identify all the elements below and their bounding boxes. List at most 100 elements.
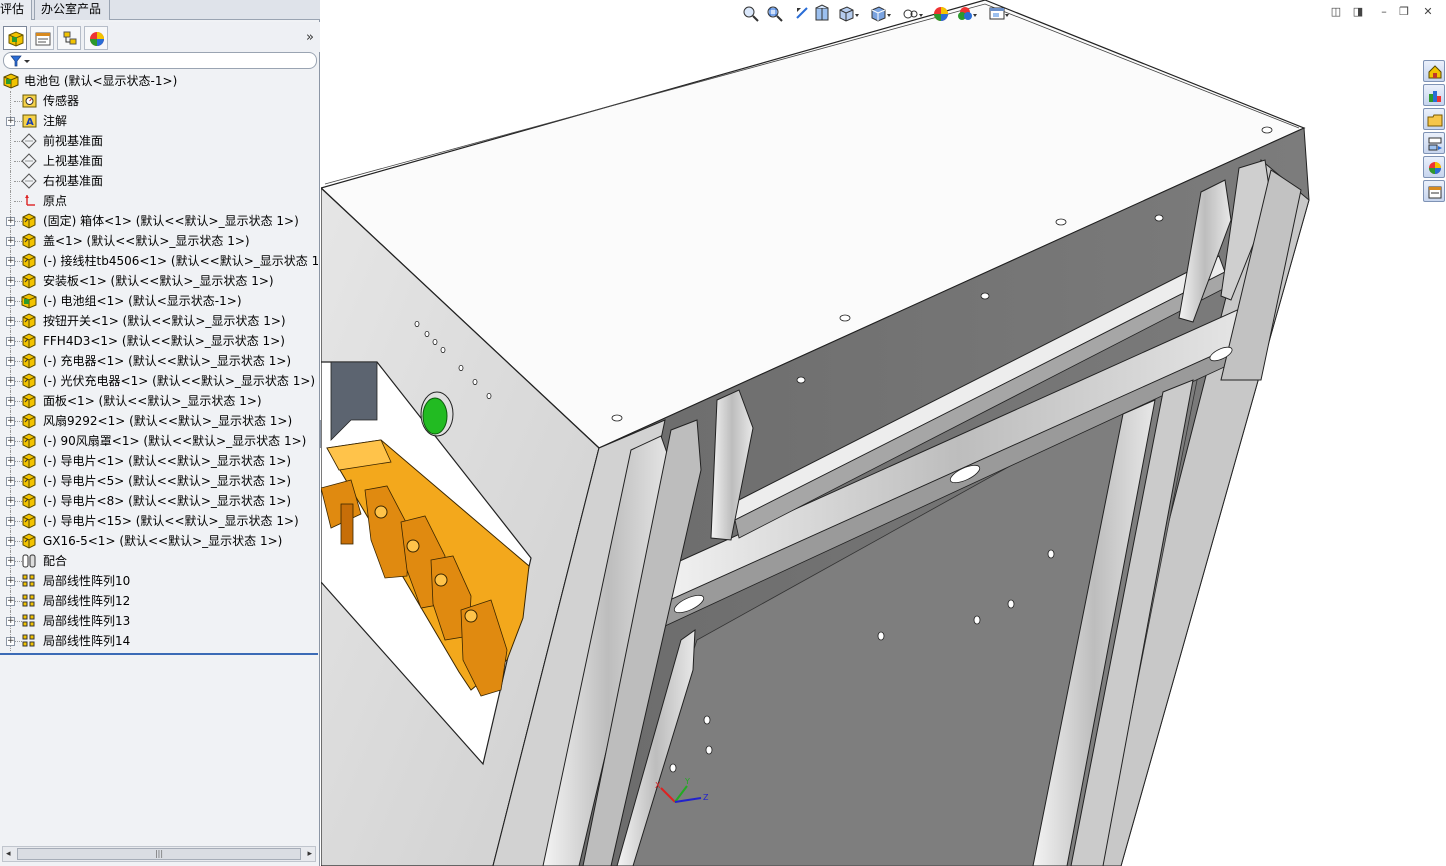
close-icon[interactable]: ✕ xyxy=(1421,6,1435,20)
tree-node[interactable]: + (-) 导电片<8> (默认<<默认>_显示状态 1>) xyxy=(0,491,318,511)
restore-icon[interactable]: ❐ xyxy=(1397,6,1411,20)
horizontal-scrollbar[interactable]: ◂ ||| ▸ xyxy=(2,846,316,862)
previous-view-icon[interactable] xyxy=(793,4,815,26)
assembly-icon xyxy=(3,73,20,89)
tab-evaluate[interactable]: 评估 xyxy=(0,0,32,20)
expand-icon[interactable]: + xyxy=(6,497,15,506)
appearances-icon[interactable] xyxy=(1423,156,1445,178)
expand-icon[interactable]: + xyxy=(6,317,15,326)
expand-icon[interactable]: + xyxy=(6,517,15,526)
part-icon xyxy=(21,313,38,329)
expand-icon[interactable]: + xyxy=(6,557,15,566)
display-style-icon[interactable] xyxy=(869,4,891,26)
triad-x-label: X xyxy=(655,781,661,790)
scroll-left-icon[interactable]: ◂ xyxy=(6,849,11,859)
tree-node[interactable]: + (-) 电池组<1> (默认<显示状态-1>) xyxy=(0,291,318,311)
tree-node[interactable]: + (-) 导电片<5> (默认<<默认>_显示状态 1>) xyxy=(0,471,318,491)
tree-node[interactable]: 上视基准面 xyxy=(0,151,318,171)
tree-node[interactable]: + FFH4D3<1> (默认<<默认>_显示状态 1>) xyxy=(0,331,318,351)
edit-appearance-icon[interactable] xyxy=(931,4,953,26)
scroll-thumb[interactable]: ||| xyxy=(17,848,301,860)
expand-icon[interactable]: + xyxy=(6,637,15,646)
apply-scene-icon[interactable] xyxy=(955,4,977,26)
expand-icon[interactable]: + xyxy=(6,297,15,306)
custom-properties-icon[interactable] xyxy=(1423,180,1445,202)
command-manager-tabs: 评估 办公室产品 xyxy=(0,0,320,20)
tree-node[interactable]: + 面板<1> (默认<<默认>_显示状态 1>) xyxy=(0,391,318,411)
expand-icon[interactable]: + xyxy=(6,217,15,226)
tree-node[interactable]: + (-) 90风扇罩<1> (默认<<默认>_显示状态 1>) xyxy=(0,431,318,451)
hide-show-items-icon[interactable] xyxy=(901,4,923,26)
tree-node[interactable]: + A 注解 xyxy=(0,111,318,131)
tree-node[interactable]: + 按钮开关<1> (默认<<默认>_显示状态 1>) xyxy=(0,311,318,331)
expand-icon[interactable]: + xyxy=(6,417,15,426)
design-library-icon[interactable] xyxy=(1423,84,1445,106)
expand-icon[interactable]: + xyxy=(6,357,15,366)
expand-icon[interactable]: + xyxy=(6,117,15,126)
tree-node[interactable]: + 安装板<1> (默认<<默认>_显示状态 1>) xyxy=(0,271,318,291)
file-explorer-icon[interactable] xyxy=(1423,108,1445,130)
expand-icon[interactable]: + xyxy=(6,237,15,246)
rollback-bar[interactable] xyxy=(0,653,318,655)
view-palette-icon[interactable] xyxy=(1423,132,1445,154)
view-orientation-icon[interactable] xyxy=(837,4,859,26)
expand-icon[interactable]: + xyxy=(6,377,15,386)
expand-icon[interactable]: + xyxy=(6,537,15,546)
view-settings-icon[interactable] xyxy=(987,4,1009,26)
tree-node[interactable]: + 配合 xyxy=(0,551,318,571)
expand-icon[interactable]: + xyxy=(6,397,15,406)
tree-node[interactable]: 原点 xyxy=(0,191,318,211)
expand-icon[interactable]: + xyxy=(6,617,15,626)
tree-node[interactable]: + 局部线性阵列12 xyxy=(0,591,318,611)
tree-node-label: 原点 xyxy=(43,194,68,208)
tree-node[interactable]: + (-) 导电片<1> (默认<<默认>_显示状态 1>) xyxy=(0,451,318,471)
tree-node[interactable]: + (-) 充电器<1> (默认<<默认>_显示状态 1>) xyxy=(0,351,318,371)
displaymanager-icon[interactable] xyxy=(84,26,108,50)
expand-icon[interactable]: + xyxy=(6,277,15,286)
expand-icon[interactable]: + xyxy=(6,257,15,266)
tree-node[interactable]: 右视基准面 xyxy=(0,171,318,191)
expand-icon[interactable]: + xyxy=(6,437,15,446)
battery-pack-model[interactable] xyxy=(321,0,1446,866)
zoom-to-fit-icon[interactable] xyxy=(741,4,763,26)
tree-node[interactable]: + (-) 接线柱tb4506<1> (默认<<默认>_显示状态 1> xyxy=(0,251,318,271)
expand-panel-icon[interactable]: » xyxy=(306,30,314,45)
tree-node[interactable]: + (-) 导电片<15> (默认<<默认>_显示状态 1>) xyxy=(0,511,318,531)
minimize-icon[interactable]: – xyxy=(1377,6,1391,20)
expand-icon[interactable]: + xyxy=(6,597,15,606)
tree-root-assembly[interactable]: 电池包 (默认<显示状态-1>) xyxy=(0,71,318,91)
propertymanager-icon[interactable] xyxy=(30,26,54,50)
tile-vertical-icon[interactable]: ◨ xyxy=(1351,6,1365,20)
configurationmanager-icon[interactable] xyxy=(57,26,81,50)
tree-node[interactable]: + 局部线性阵列10 xyxy=(0,571,318,591)
tab-office-products[interactable]: 办公室产品 xyxy=(34,0,110,20)
tree-node[interactable]: + 局部线性阵列13 xyxy=(0,611,318,631)
triad-y-label: Y xyxy=(684,777,690,786)
tree-node[interactable]: + 局部线性阵列14 xyxy=(0,631,318,651)
scroll-right-icon[interactable]: ▸ xyxy=(307,849,312,859)
expand-icon[interactable]: + xyxy=(6,337,15,346)
tree-node[interactable]: 传感器 xyxy=(0,91,318,111)
tree-node[interactable]: + 盖<1> (默认<<默认>_显示状态 1>) xyxy=(0,231,318,251)
tree-node-label: 右视基准面 xyxy=(43,174,104,188)
tree-node-label: 局部线性阵列12 xyxy=(43,594,131,608)
tree-filter-input[interactable] xyxy=(3,52,317,69)
tree-node[interactable]: 前视基准面 xyxy=(0,131,318,151)
featuremanager-tree-icon[interactable] xyxy=(3,26,27,50)
expand-icon[interactable]: + xyxy=(6,477,15,486)
zoom-to-area-icon[interactable] xyxy=(765,4,787,26)
tree-node[interactable]: + 风扇9292<1> (默认<<默认>_显示状态 1>) xyxy=(0,411,318,431)
tile-horizontal-icon[interactable]: ◫ xyxy=(1329,6,1343,20)
tree-node[interactable]: + (固定) 箱体<1> (默认<<默认>_显示状态 1>) xyxy=(0,211,318,231)
tree-node[interactable]: + (-) 光伏充电器<1> (默认<<默认>_显示状态 1>) xyxy=(0,371,318,391)
expand-icon[interactable]: + xyxy=(6,457,15,466)
tree-node-label: (-) 光伏充电器<1> (默认<<默认>_显示状态 1>) xyxy=(43,374,316,388)
solidworks-resources-icon[interactable] xyxy=(1423,60,1445,82)
tree-node-label: (-) 导电片<8> (默认<<默认>_显示状态 1>) xyxy=(43,494,292,508)
graphics-area[interactable]: ◫ ◨ – ❐ ✕ X Y Z xyxy=(321,0,1446,866)
section-view-icon[interactable] xyxy=(813,4,835,26)
expand-icon[interactable]: + xyxy=(6,577,15,586)
filter-icon[interactable] xyxy=(10,55,32,67)
tree-node[interactable]: + GX16-5<1> (默认<<默认>_显示状态 1>) xyxy=(0,531,318,551)
part-icon xyxy=(21,333,38,349)
